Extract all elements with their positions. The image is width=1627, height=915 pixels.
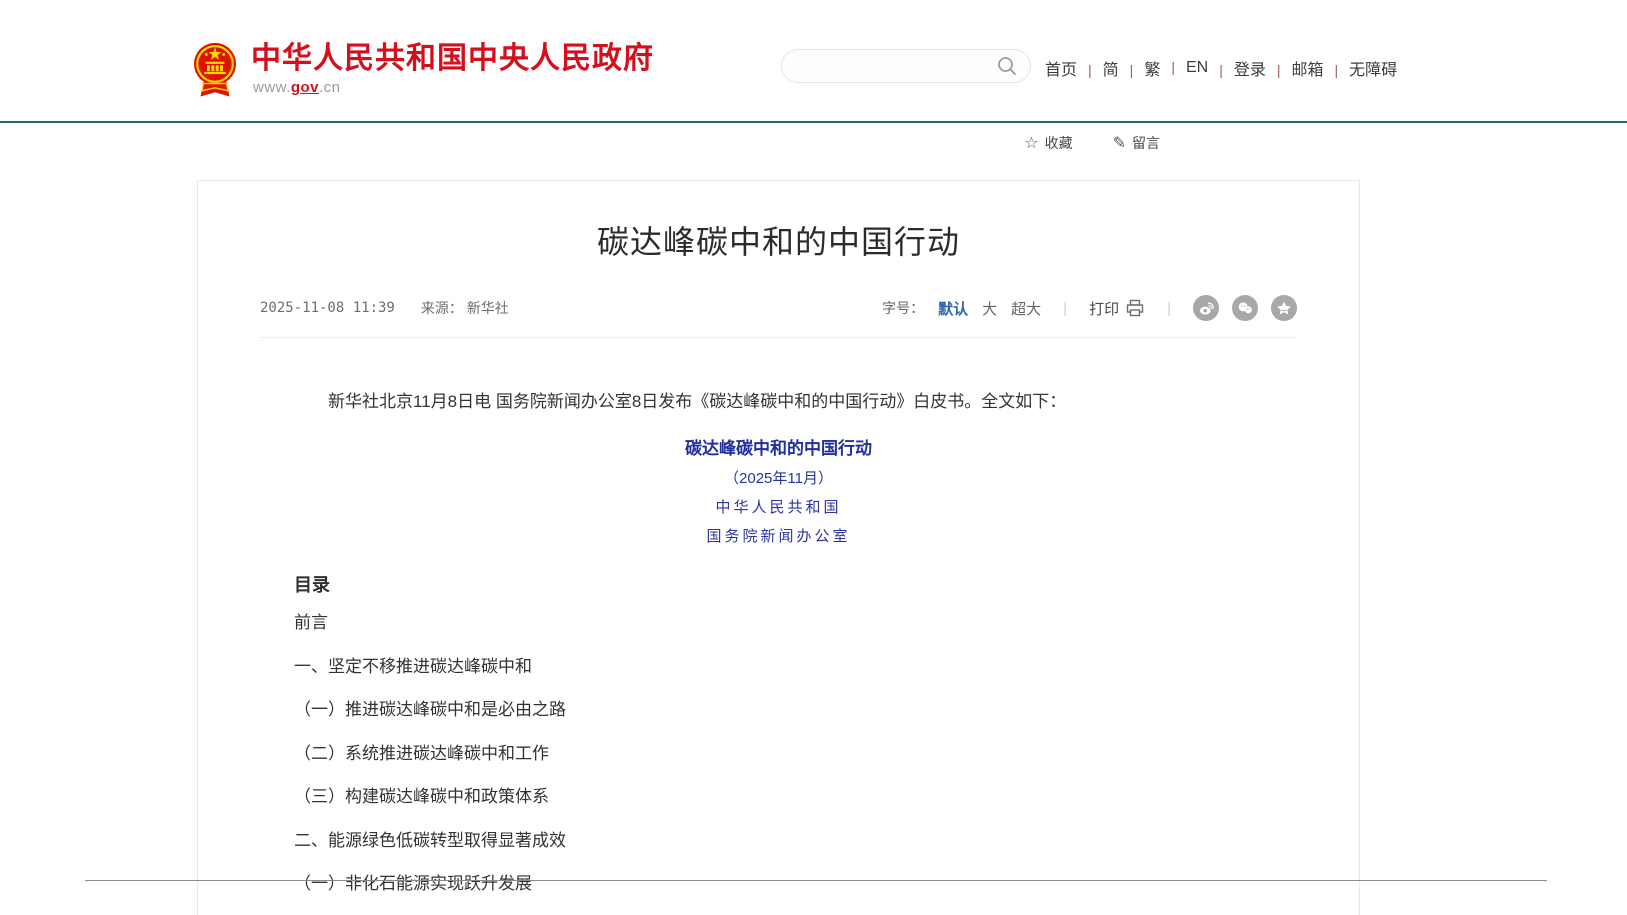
quick-toolbar: ☆ 收藏 ✎ 留言 (0, 131, 1160, 155)
brand-text: 中华人民共和国中央人民政府 www.gov.cn (251, 40, 654, 96)
font-size-large-button[interactable]: 大 (982, 298, 997, 319)
toc-heading: 目录 (294, 573, 1263, 597)
nav-item[interactable]: 登录 (1208, 56, 1266, 80)
favorite-button[interactable]: ☆ 收藏 (1024, 133, 1072, 153)
article-body: 新华社北京11月8日电 国务院新闻办公室8日发布《碳达峰碳中和的中国行动》白皮书… (198, 390, 1359, 906)
toc-item: 二、能源绿色低碳转型取得显著成效 (294, 819, 1263, 863)
toc-list: 前言一、坚定不移推进碳达峰碳中和（一）推进碳达峰碳中和是必由之路（二）系统推进碳… (294, 601, 1263, 906)
pencil-icon: ✎ (1113, 133, 1126, 153)
weibo-icon (1197, 299, 1215, 317)
font-size-label: 字号： (882, 298, 924, 318)
nav-item[interactable]: 首页 (1045, 56, 1077, 80)
star-outline-icon: ☆ (1024, 133, 1038, 153)
article-container: 碳达峰碳中和的中国行动 2025-11-08 11:39 来源： 新华社 字号：… (197, 180, 1360, 915)
divider: | (1167, 300, 1171, 317)
url-prefix: www. (253, 79, 291, 96)
nav-item[interactable]: EN (1160, 59, 1208, 77)
toc-item: （一）推进碳达峰碳中和是必由之路 (294, 688, 1263, 732)
source: 来源： 新华社 (421, 298, 509, 318)
nav-item[interactable]: 无障碍 (1324, 56, 1398, 80)
site-header: 中华人民共和国中央人民政府 www.gov.cn 首页简繁EN登录邮箱无障碍 (0, 0, 1627, 121)
font-size-default-button[interactable]: 默认 (938, 298, 968, 319)
document-title: 碳达峰碳中和的中国行动 (294, 434, 1263, 464)
document-org-line1: 中华人民共和国 (294, 493, 1263, 522)
font-size-xlarge-button[interactable]: 超大 (1011, 298, 1041, 319)
viewport-bottom-divider (85, 880, 1547, 881)
share-group (1193, 295, 1297, 321)
qzone-star-icon (1275, 299, 1293, 317)
article-title: 碳达峰碳中和的中国行动 (198, 223, 1359, 261)
site-logo[interactable]: 中华人民共和国中央人民政府 www.gov.cn (193, 40, 654, 98)
document-heading-block: 碳达峰碳中和的中国行动 （2025年11月） 中华人民共和国 国务院新闻办公室 (294, 434, 1263, 551)
wechat-icon (1236, 299, 1254, 317)
message-button[interactable]: ✎ 留言 (1113, 133, 1160, 153)
page: 中华人民共和国中央人民政府 www.gov.cn 首页简繁EN登录邮箱无障碍 ☆… (0, 0, 1627, 915)
weibo-share-button[interactable] (1193, 295, 1219, 321)
toc-item: 一、坚定不移推进碳达峰碳中和 (294, 645, 1263, 689)
qzone-share-button[interactable] (1271, 295, 1297, 321)
wechat-share-button[interactable] (1232, 295, 1258, 321)
url-suffix: .cn (319, 79, 341, 96)
nav-item[interactable]: 邮箱 (1266, 56, 1324, 80)
nav-item[interactable]: 繁 (1119, 56, 1161, 80)
document-date: （2025年11月） (294, 464, 1263, 493)
message-label: 留言 (1132, 133, 1160, 153)
toc-item: （三）构建碳达峰碳中和政策体系 (294, 775, 1263, 819)
toc-item: （二）系统推进碳达峰碳中和工作 (294, 732, 1263, 776)
national-emblem-icon (193, 40, 237, 98)
source-name[interactable]: 新华社 (467, 300, 509, 316)
article-meta-row: 2025-11-08 11:39 来源： 新华社 字号： 默认 大 超大 | 打… (260, 295, 1297, 338)
print-button[interactable]: 打印 (1089, 298, 1145, 319)
search-icon[interactable] (996, 55, 1018, 77)
search-box[interactable] (781, 49, 1031, 83)
top-nav: 首页简繁EN登录邮箱无障碍 (1045, 56, 1397, 80)
divider: | (1063, 300, 1067, 317)
print-label: 打印 (1089, 298, 1119, 319)
meta-right: 字号： 默认 大 超大 | 打印 | (882, 295, 1297, 321)
printer-icon (1125, 298, 1145, 318)
nav-item[interactable]: 简 (1077, 56, 1119, 80)
site-title: 中华人民共和国中央人民政府 (251, 42, 654, 76)
toc-item: 前言 (294, 601, 1263, 645)
publish-date: 2025-11-08 11:39 (260, 300, 395, 316)
header-divider (0, 121, 1627, 123)
lead-paragraph: 新华社北京11月8日电 国务院新闻办公室8日发布《碳达峰碳中和的中国行动》白皮书… (294, 390, 1263, 414)
site-url: www.gov.cn (253, 79, 654, 96)
search-input[interactable] (782, 50, 996, 82)
url-gov: gov (291, 79, 319, 96)
favorite-label: 收藏 (1045, 133, 1073, 153)
toc-item: （一）非化石能源实现跃升发展 (294, 862, 1263, 906)
source-label: 来源： (421, 300, 463, 316)
meta-left: 2025-11-08 11:39 来源： 新华社 (260, 298, 509, 318)
document-org-line2: 国务院新闻办公室 (294, 522, 1263, 551)
